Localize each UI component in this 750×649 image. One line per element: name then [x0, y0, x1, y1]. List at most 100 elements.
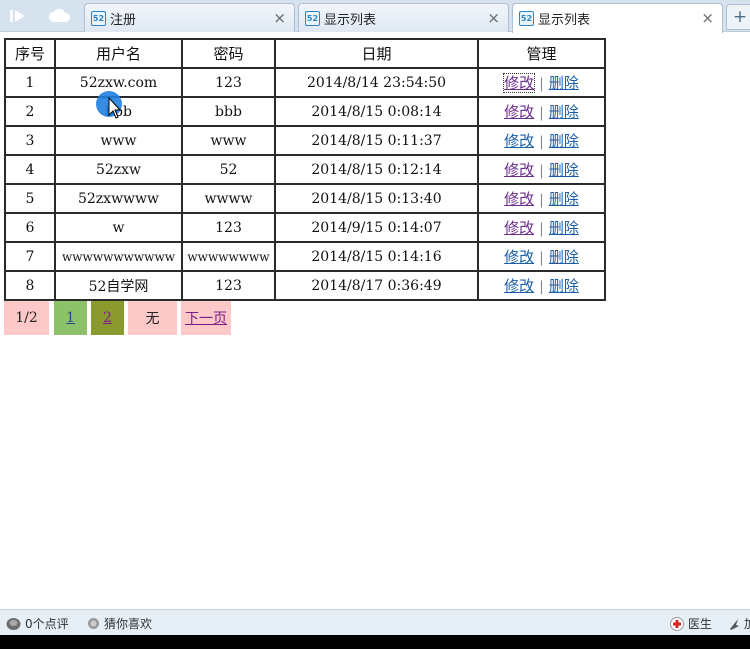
comment-icon	[6, 617, 21, 630]
cell-id: 5	[4, 183, 56, 214]
edit-link[interactable]: 修改	[504, 248, 534, 266]
edit-link[interactable]: 修改	[504, 219, 534, 237]
link-separator: |	[539, 76, 544, 92]
cell-date: 2014/8/17 0:36:49	[274, 270, 479, 301]
edit-link[interactable]: 修改	[504, 277, 534, 295]
plane-icon	[730, 618, 739, 630]
cell-id: 4	[4, 154, 56, 185]
cell-password: 52	[181, 154, 276, 185]
cell-manage: 修改 | 删除	[477, 241, 606, 272]
cell-date: 2014/8/15 0:12:14	[274, 154, 479, 185]
edit-link[interactable]: 修改	[504, 161, 534, 179]
header-username: 用户名	[54, 38, 183, 69]
cell-date: 2014/8/15 0:08:14	[274, 96, 479, 127]
doctor-label: 医生	[688, 617, 713, 631]
delete-link[interactable]: 删除	[549, 248, 579, 266]
status-bar: 0个点评 猜你喜欢 医生 加	[0, 609, 750, 635]
forward-icon[interactable]	[3, 4, 33, 28]
delete-link[interactable]: 删除	[549, 74, 579, 92]
tab-register[interactable]: 52 注册 ×	[84, 3, 295, 32]
edit-link[interactable]: 修改	[504, 103, 534, 121]
edit-link[interactable]: 修改	[503, 73, 536, 93]
tab-title: 注册	[110, 12, 137, 28]
dot-icon	[88, 618, 99, 629]
table-row: 1 52zxw.com 123 2014/8/14 23:54:50 修改 | 删除	[4, 67, 606, 98]
user-table: 序号 用户名 密码 日期 管理 1 52zxw.com 123 2014/8/1…	[4, 38, 606, 301]
comments-status[interactable]: 0个点评	[6, 615, 69, 632]
cell-manage: 修改 | 删除	[477, 183, 606, 214]
tab-list-1[interactable]: 52 显示列表 ×	[298, 3, 509, 32]
cell-username: w	[54, 212, 183, 243]
page-1-link[interactable]: 1	[54, 301, 87, 335]
link-separator: |	[539, 163, 544, 179]
table-row: 2 bbb bbb 2014/8/15 0:08:14 修改 | 删除	[4, 96, 606, 127]
delete-link[interactable]: 删除	[549, 219, 579, 237]
guess-you-like[interactable]: 猜你喜欢	[87, 615, 152, 632]
cell-date: 2014/9/15 0:14:07	[274, 212, 479, 243]
close-icon[interactable]: ×	[487, 9, 500, 27]
guess-label: 猜你喜欢	[104, 617, 153, 631]
cell-date: 2014/8/15 0:13:40	[274, 183, 479, 214]
cell-date: 2014/8/14 23:54:50	[274, 67, 479, 98]
cell-date: 2014/8/15 0:14:16	[274, 241, 479, 272]
cell-password: www	[181, 125, 276, 156]
cell-id: 7	[4, 241, 56, 272]
cell-manage: 修改 | 删除	[477, 96, 606, 127]
cell-password: 123	[181, 270, 276, 301]
medical-cross-icon	[670, 616, 684, 631]
cell-id: 8	[4, 270, 56, 301]
close-icon[interactable]: ×	[701, 9, 714, 27]
cell-id: 6	[4, 212, 56, 243]
table-row: 6 w 123 2014/9/15 0:14:07 修改 | 删除	[4, 212, 606, 243]
cell-id: 3	[4, 125, 56, 156]
cell-username: 52zxw	[54, 154, 183, 185]
table-row: 3 www www 2014/8/15 0:11:37 修改 | 删除	[4, 125, 606, 156]
cell-password: wwwwwwww	[181, 241, 276, 272]
cell-password: bbb	[181, 96, 276, 127]
prev-page-none: 无	[128, 301, 177, 335]
accelerate-status[interactable]: 加	[728, 615, 750, 632]
header-manage: 管理	[477, 38, 606, 69]
delete-link[interactable]: 删除	[549, 190, 579, 208]
delete-link[interactable]: 删除	[549, 103, 579, 121]
tab-bar: 52 注册 × 52 显示列表 × 52 显示列表 × +	[0, 0, 750, 33]
page-indicator: 1/2	[4, 301, 49, 335]
page-favicon-icon: 52	[519, 11, 534, 26]
comments-count: 0个点评	[25, 617, 69, 631]
cloud-icon[interactable]	[45, 4, 75, 28]
pagination: 1/2 1 2 无 下一页	[4, 301, 231, 335]
table-row: 4 52zxw 52 2014/8/15 0:12:14 修改 | 删除	[4, 154, 606, 185]
table-row: 7 wwwwwwwwwww wwwwwwww 2014/8/15 0:14:16…	[4, 241, 606, 272]
doctor-status[interactable]: 医生	[670, 615, 712, 632]
new-tab-button[interactable]: +	[726, 4, 750, 30]
edit-link[interactable]: 修改	[504, 132, 534, 150]
screen-bottom-edge	[0, 635, 750, 649]
cell-username: www	[54, 125, 183, 156]
header-id: 序号	[4, 38, 56, 69]
close-icon[interactable]: ×	[273, 9, 286, 27]
cell-username: 52自学网	[54, 270, 183, 301]
cell-password: wwww	[181, 183, 276, 214]
delete-link[interactable]: 删除	[549, 132, 579, 150]
page-2-link[interactable]: 2	[91, 301, 124, 335]
tab-title: 显示列表	[538, 13, 591, 28]
page-favicon-icon: 52	[91, 10, 106, 26]
page-favicon-icon: 52	[305, 10, 320, 26]
cell-manage: 修改 | 删除	[477, 125, 606, 156]
edit-link[interactable]: 修改	[504, 190, 534, 208]
link-separator: |	[539, 192, 544, 208]
cell-username: 52zxwwww	[54, 183, 183, 214]
link-separator: |	[539, 221, 544, 237]
accelerate-label: 加	[744, 615, 750, 632]
cell-manage: 修改 | 删除	[477, 270, 606, 301]
tab-title: 显示列表	[324, 12, 377, 28]
cell-id: 2	[4, 96, 56, 127]
cell-manage: 修改 | 删除	[477, 154, 606, 185]
cell-password: 123	[181, 212, 276, 243]
cell-manage: 修改 | 删除	[477, 212, 606, 243]
next-page-link[interactable]: 下一页	[181, 301, 231, 335]
delete-link[interactable]: 删除	[549, 277, 579, 295]
header-password: 密码	[181, 38, 276, 69]
tab-list-2-active[interactable]: 52 显示列表 ×	[512, 3, 723, 33]
delete-link[interactable]: 删除	[549, 161, 579, 179]
